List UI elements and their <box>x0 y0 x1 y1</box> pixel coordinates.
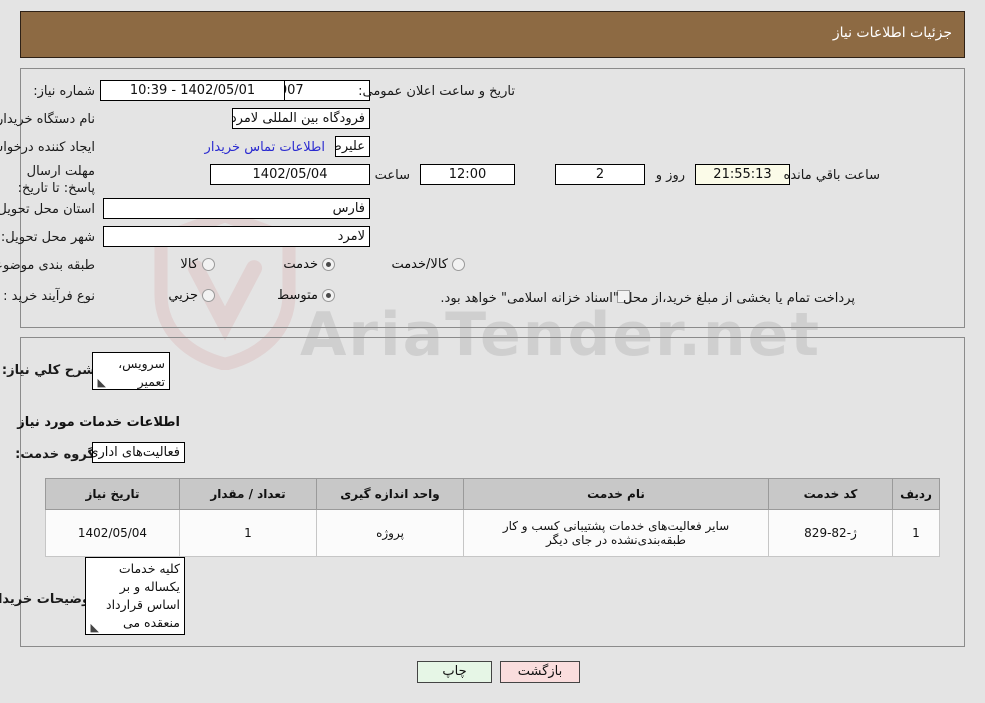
table-row: 1 ژ-82-829 سایر فعالیت‌های خدمات پشتیبان… <box>45 509 940 557</box>
province-value: فارس <box>103 198 370 219</box>
purchase-option-motavaset[interactable]: متوسط <box>277 288 335 303</box>
deadline-label: مهلت ارسال پاسخ: تا تاریخ: <box>17 164 95 196</box>
buyer-notes-label: توضیحات خریدار: <box>0 592 95 607</box>
requester-label: ایجاد کننده درخواست: <box>0 140 95 155</box>
buyer-contact-link[interactable]: اطلاعات تماس خریدار <box>205 140 325 155</box>
page-root: AriaTender.net جزئیات اطلاعات نیاز شماره… <box>0 0 985 703</box>
treasury-docs-label: پرداخت تمام یا بخشی از مبلغ خرید،از محل … <box>440 291 855 306</box>
buyer-notes-value: کلیه خدمات یکساله و بر اساس قرارداد منعق… <box>106 561 180 634</box>
purchase-option-jozei-label: جزیي <box>168 288 198 303</box>
need-description-value: سرویس، تعمیر ونگهداری نرم افزار، سخت افز… <box>118 356 165 389</box>
service-group-label: گروه خدمت: <box>15 447 95 462</box>
category-label: طبقه بندی موضوعی: <box>0 258 95 273</box>
buyer-org-label: نام دستگاه خریدار: <box>0 112 95 127</box>
table-header-code: کد خدمت <box>768 478 893 510</box>
cell-code: ژ-82-829 <box>768 509 893 557</box>
category-option-khedmat[interactable]: خدمت <box>283 257 335 272</box>
deadline-hour-label: ساعت <box>374 168 410 183</box>
table-header-unit: واحد اندازه گیری <box>316 478 464 510</box>
radio-kala-icon[interactable] <box>202 258 215 271</box>
cell-unit: پروژه <box>316 509 464 557</box>
table-header-row-no: ردیف <box>892 478 940 510</box>
deadline-days-label: روز و <box>655 168 685 183</box>
deadline-countdown-value: 21:55:13 <box>695 164 790 185</box>
table-header-date: تاریخ نیاز <box>45 478 180 510</box>
table-header-name: نام خدمت <box>463 478 769 510</box>
back-button[interactable]: بازگشت <box>500 661 580 683</box>
resize-grip-icon[interactable]: ◣ <box>96 377 106 388</box>
cell-qty: 1 <box>179 509 317 557</box>
requester-value: علیرضا عارف نیا کارشناس مسئول مراقبت پرو… <box>335 136 370 157</box>
purchase-option-jozei[interactable]: جزیي <box>168 288 215 303</box>
radio-kala-khedmat-icon[interactable] <box>452 258 465 271</box>
radio-jozei-icon[interactable] <box>202 289 215 302</box>
resize-grip-icon-notes[interactable]: ◣ <box>89 622 99 633</box>
radio-khedmat-icon[interactable] <box>322 258 335 271</box>
need-description-label: شرح کلي نیاز: <box>1 363 95 378</box>
purchase-type-label: نوع فرآیند خرید : <box>3 289 95 304</box>
category-option-kala-label: کالا <box>180 257 198 272</box>
services-table: ردیف کد خدمت نام خدمت واحد اندازه گیری ت… <box>45 478 940 557</box>
radio-motavaset-icon[interactable] <box>322 289 335 302</box>
announce-datetime-label: تاریخ و ساعت اعلان عمومی: <box>358 84 515 99</box>
table-header-qty: تعداد / مقدار <box>179 478 317 510</box>
announce-datetime-value: 1402/05/01 - 10:39 <box>100 80 285 101</box>
city-value: لامرد <box>103 226 370 247</box>
cell-date: 1402/05/04 <box>45 509 180 557</box>
need-number-label: شماره نیاز: <box>33 84 95 99</box>
deadline-countdown-label: ساعت باقي مانده <box>783 168 880 183</box>
province-label: استان محل تحویل: <box>0 202 95 217</box>
purchase-option-motavaset-label: متوسط <box>277 288 318 303</box>
print-button[interactable]: چاپ <box>417 661 492 683</box>
table-header-row: ردیف کد خدمت نام خدمت واحد اندازه گیری ت… <box>45 478 940 510</box>
service-group-value: فعالیت‌های اداری و خدمات پشتیبانی <box>92 442 185 463</box>
buyer-org-value: فرودگاه بین المللی لامرد <box>232 108 370 129</box>
cell-name: سایر فعالیت‌های خدمات پشتیبانی کسب و کار… <box>463 509 769 557</box>
category-option-kala-khedmat-label: کالا/خدمت <box>391 257 448 272</box>
cell-row-no: 1 <box>892 509 940 557</box>
need-description-textarea[interactable]: سرویس، تعمیر ونگهداری نرم افزار، سخت افز… <box>92 352 170 390</box>
deadline-date-value: 1402/05/04 <box>210 164 370 185</box>
services-section-heading: اطلاعات خدمات مورد نیاز <box>17 415 180 430</box>
category-option-kala[interactable]: کالا <box>180 257 215 272</box>
deadline-hour-value: 12:00 <box>420 164 515 185</box>
category-option-kala-khedmat[interactable]: کالا/خدمت <box>391 257 465 272</box>
buyer-notes-textarea[interactable]: کلیه خدمات یکساله و بر اساس قرارداد منعق… <box>85 557 185 635</box>
category-option-khedmat-label: خدمت <box>283 257 318 272</box>
page-title: جزئیات اطلاعات نیاز <box>832 25 952 41</box>
page-header-bar: جزئیات اطلاعات نیاز <box>20 11 965 58</box>
city-label: شهر محل تحویل: <box>0 230 95 245</box>
deadline-days-value: 2 <box>555 164 645 185</box>
